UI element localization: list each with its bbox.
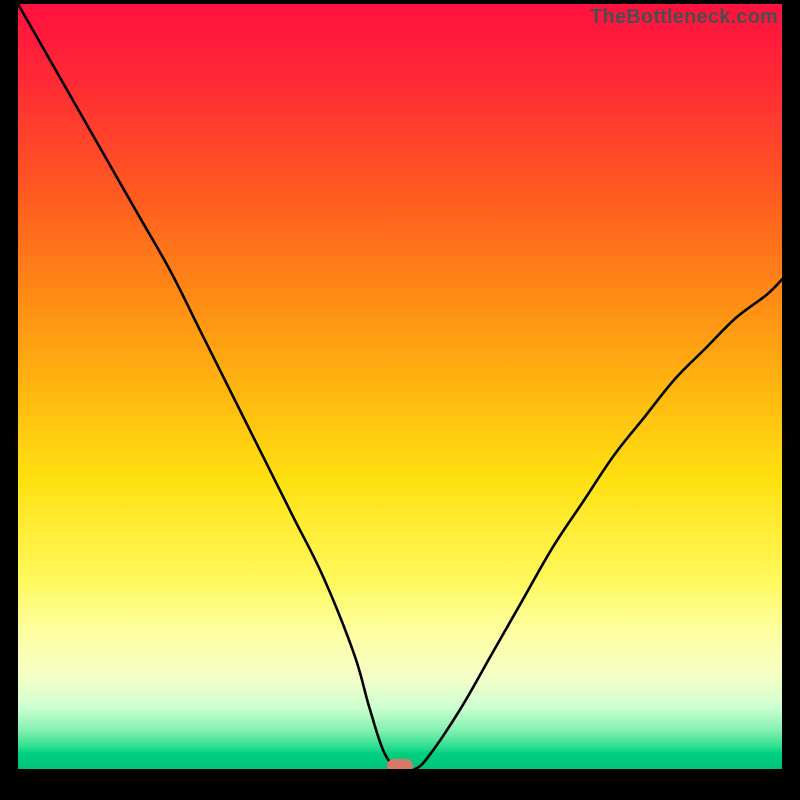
bottleneck-curve: [18, 4, 782, 769]
plot-area: [18, 4, 782, 769]
chart-stage: TheBottleneck.com: [0, 0, 800, 800]
curve-layer: [18, 4, 782, 769]
watermark-text: TheBottleneck.com: [590, 6, 778, 29]
highlight-marker: [387, 759, 413, 769]
